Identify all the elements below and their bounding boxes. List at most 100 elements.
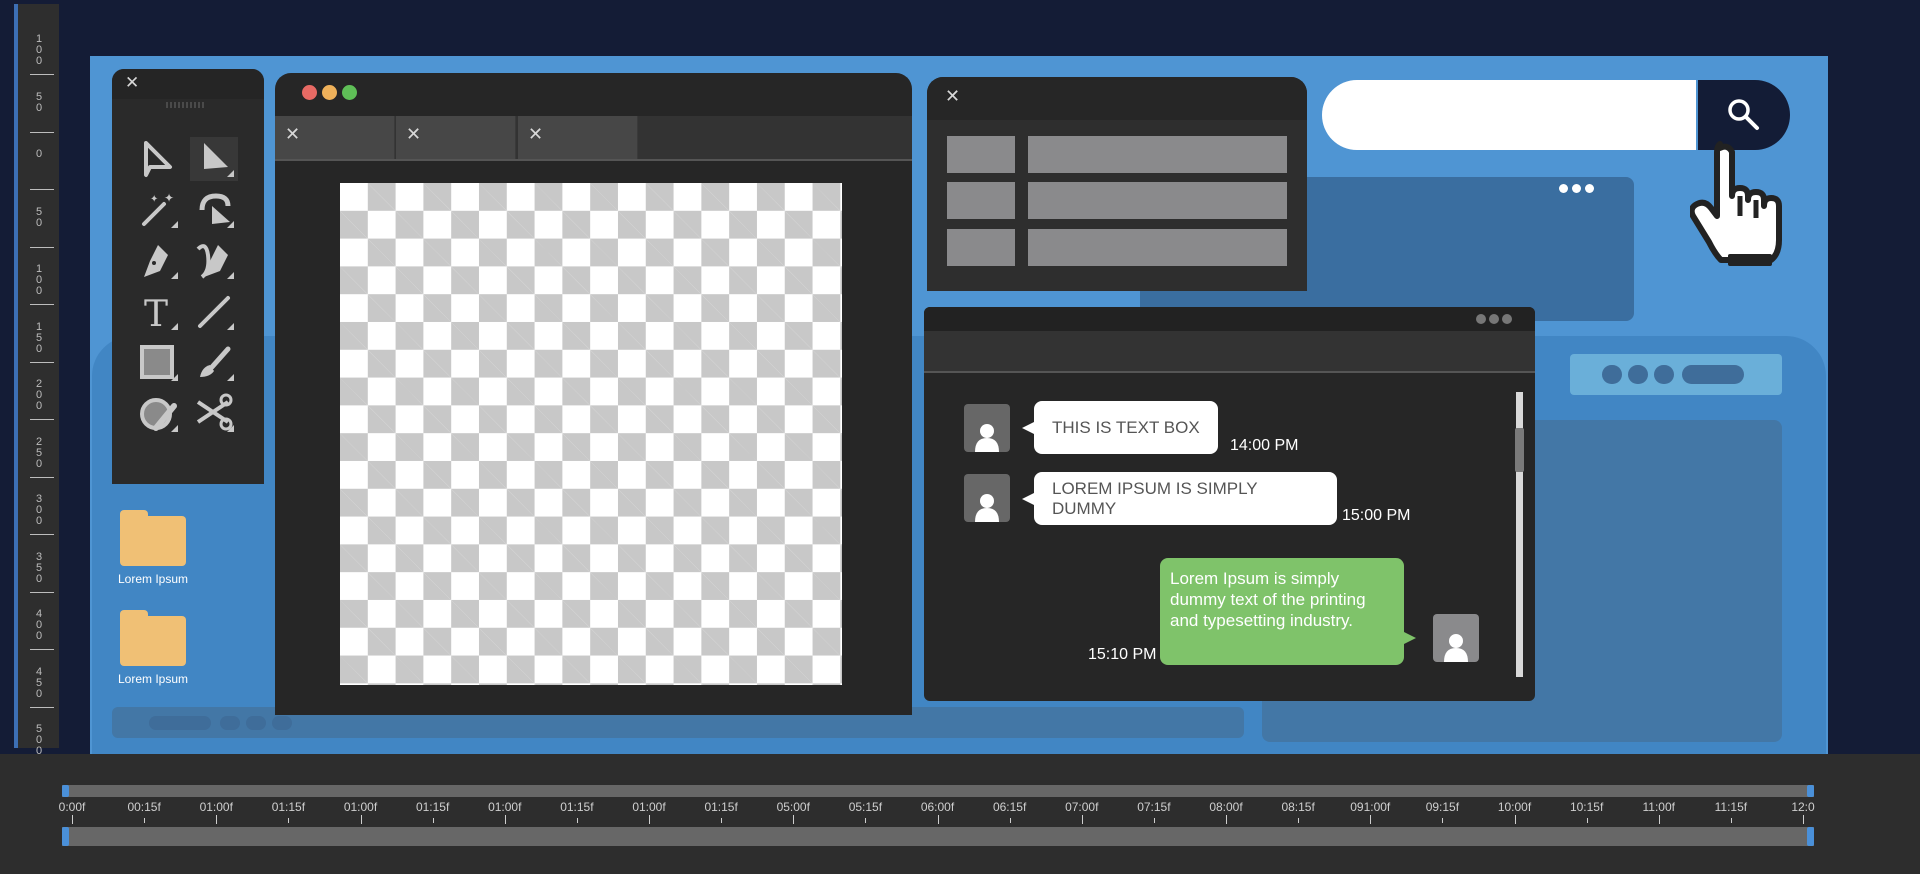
timeline-label: 0:00f [58, 800, 86, 814]
drag-grip[interactable] [166, 102, 206, 108]
tab-1[interactable]: ✕ [275, 116, 395, 159]
range-start-handle[interactable] [62, 785, 69, 797]
ruler-tick [30, 304, 54, 305]
tool-button[interactable] [134, 137, 182, 181]
chat-title-bar[interactable] [924, 307, 1535, 331]
message-bubble[interactable]: LOREM IPSUM IS SIMPLY DUMMY [1022, 472, 1337, 525]
table-cell[interactable] [1028, 182, 1287, 219]
tool-button[interactable] [190, 341, 238, 385]
tool-button[interactable]: ✦ ✦ [134, 188, 182, 232]
table-window-header[interactable]: ✕ [927, 77, 1307, 120]
tab-2[interactable]: ✕ [396, 116, 516, 159]
tool-button[interactable] [190, 239, 238, 283]
vertical-ruler[interactable]: 10050050100150200250300350400450500 [14, 4, 59, 765]
close-tab-icon[interactable]: ✕ [285, 124, 300, 145]
message-timestamp: 15:00 PM [1342, 507, 1411, 524]
table-cell[interactable] [1028, 136, 1287, 173]
toolbar-pill[interactable] [1682, 365, 1744, 384]
close-icon[interactable]: ✕ [945, 86, 960, 107]
ruler-tick [30, 361, 54, 363]
timeline-tick [504, 815, 506, 824]
timeline-track-top[interactable] [62, 785, 1814, 797]
ruler-tick [30, 706, 54, 708]
tool-button[interactable] [134, 392, 182, 436]
desktop-folder[interactable]: Lorem Ipsum [113, 510, 193, 586]
tool-button[interactable] [190, 290, 238, 334]
ruler-tick [30, 591, 54, 593]
maximize-window-button[interactable] [342, 85, 357, 100]
timeline-label: 09:15f [1425, 800, 1460, 814]
timeline-tick [1803, 815, 1804, 824]
tool-button[interactable] [190, 137, 238, 181]
desktop-folder[interactable]: Lorem Ipsum [113, 610, 193, 686]
tab-3[interactable]: ✕ [518, 116, 638, 159]
minimize-window-button[interactable] [322, 85, 337, 100]
folder-icon [120, 610, 186, 666]
search-input[interactable] [1322, 80, 1696, 150]
range-end-handle[interactable] [1807, 785, 1814, 797]
timeline-label: 11:00f [1642, 800, 1675, 814]
tools-panel: ✕ ✦ ✦ T [112, 69, 264, 484]
tool-button[interactable] [134, 239, 182, 283]
timeline-label: 01:15f [560, 800, 594, 814]
user-icon [975, 494, 999, 522]
avatar[interactable] [1433, 614, 1479, 662]
close-tab-icon[interactable]: ✕ [406, 124, 421, 145]
svg-text:✦: ✦ [164, 191, 174, 205]
tool-button[interactable] [190, 392, 238, 436]
ruler-tick [30, 189, 54, 190]
more-options-icon[interactable] [1476, 314, 1512, 324]
close-tab-icon[interactable]: ✕ [528, 124, 543, 145]
tool-button[interactable] [134, 341, 182, 385]
timeline-label: 08:00f [1209, 800, 1243, 814]
message-bubble[interactable]: Lorem Ipsum is simply dummy text of the … [1160, 558, 1416, 665]
search-icon [1728, 99, 1759, 130]
close-window-button[interactable] [302, 85, 317, 100]
toolbar-dot[interactable] [1602, 365, 1622, 384]
table-cell[interactable] [947, 229, 1015, 266]
ruler-label: 250 [35, 435, 43, 470]
bottom-bar-dot[interactable] [246, 716, 266, 730]
submenu-indicator [171, 272, 178, 279]
tools-panel-header[interactable]: ✕ [112, 69, 264, 99]
ruler-label: 200 [35, 378, 43, 412]
toolbar-dot[interactable] [1628, 365, 1648, 384]
submenu-indicator [171, 374, 178, 381]
timeline-label: 01:00f [343, 800, 378, 814]
timeline-track-bottom[interactable] [62, 827, 1814, 846]
timeline-tick [1442, 818, 1444, 823]
table-cell[interactable] [947, 136, 1015, 173]
timeline-label: 01:15f [271, 800, 306, 814]
playhead-start-handle[interactable] [62, 827, 69, 846]
transparent-canvas[interactable] [340, 183, 842, 685]
toolbar-dot[interactable] [1654, 365, 1674, 384]
folder-label: Lorem Ipsum [117, 572, 189, 586]
table-cell[interactable] [1028, 229, 1287, 266]
timeline-tick [144, 818, 146, 823]
tool-button[interactable]: T [134, 290, 182, 334]
close-icon[interactable]: ✕ [125, 73, 139, 93]
bottom-bar-dot[interactable] [220, 716, 240, 730]
table-cell[interactable] [947, 182, 1015, 219]
timeline-label: 08:15f [1281, 800, 1315, 814]
timeline-tick [937, 815, 939, 824]
more-options-icon[interactable] [1559, 184, 1594, 193]
avatar[interactable] [964, 474, 1010, 522]
bottom-bar-dot[interactable] [272, 716, 292, 730]
submenu-indicator [227, 374, 234, 381]
timeline-tick [793, 815, 795, 824]
playhead-end-handle[interactable] [1807, 827, 1814, 846]
message-bubble[interactable]: THIS IS TEXT BOX [1022, 401, 1218, 454]
tool-button[interactable] [190, 188, 238, 232]
timeline-label: 01:00f [199, 800, 233, 814]
folder-icon [120, 510, 186, 566]
bottom-bar-pill[interactable] [149, 716, 211, 730]
timeline-tick [1586, 818, 1588, 823]
timeline-tick [1153, 818, 1155, 823]
chat-scrollbar-thumb[interactable] [1515, 428, 1524, 473]
avatar[interactable] [964, 404, 1010, 452]
timeline-label: 07:15f [1137, 800, 1171, 814]
ruler-label: 100 [35, 263, 43, 297]
timeline-tick [1370, 815, 1372, 824]
ruler-label: 450 [35, 665, 43, 700]
